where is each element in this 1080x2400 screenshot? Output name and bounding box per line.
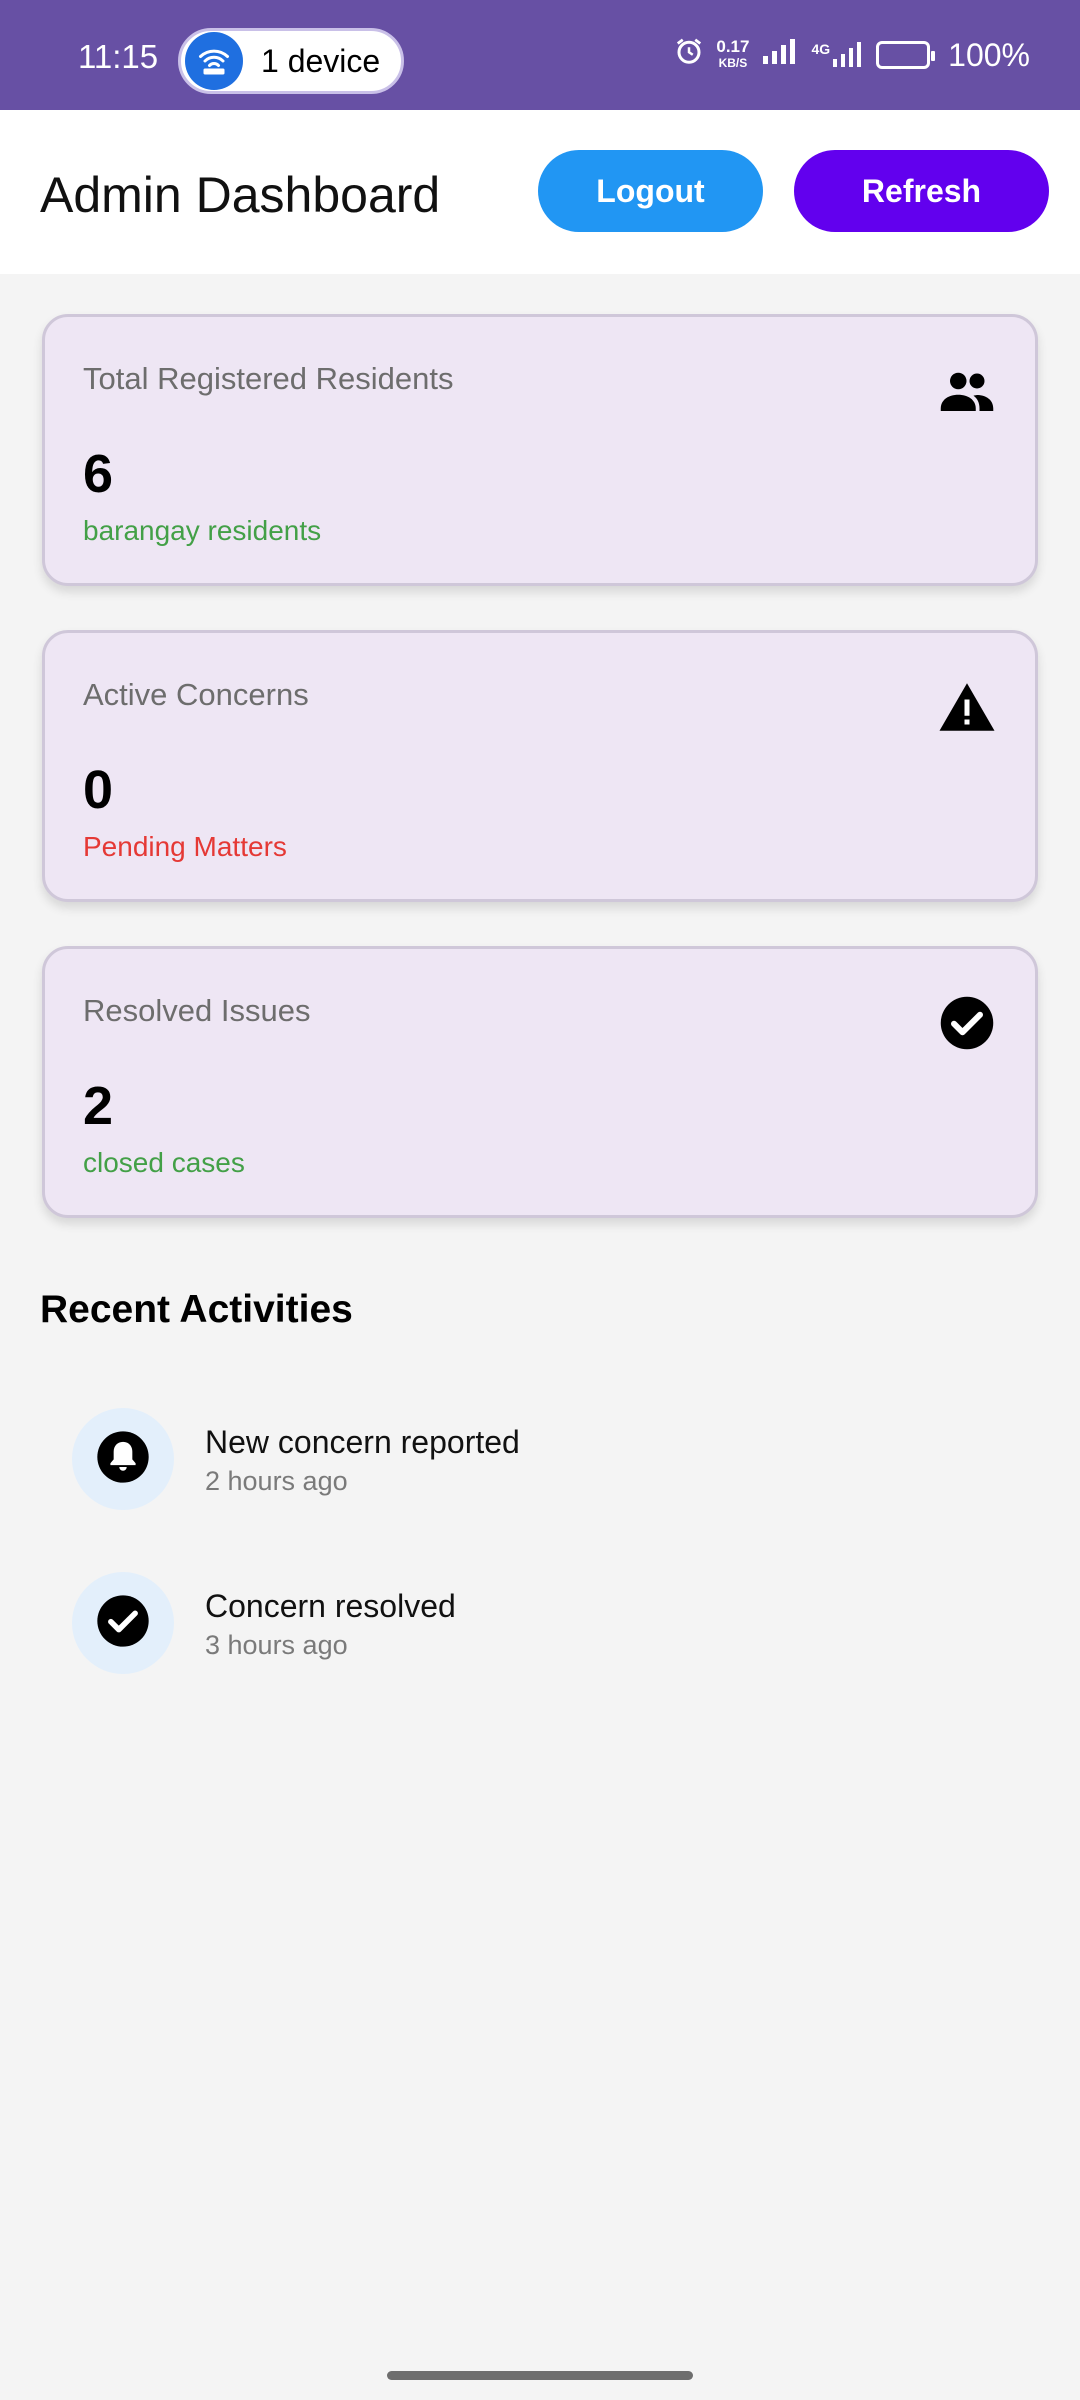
- card-value: 6: [83, 444, 114, 504]
- net-speed: 0.17 KB/S: [716, 37, 750, 71]
- battery-level: 100%: [948, 36, 1030, 73]
- people-icon: [937, 361, 997, 421]
- activity-title: Concern resolved: [205, 1588, 456, 1624]
- activity-time: 2 hours ago: [205, 1466, 348, 1496]
- activity-icon-badge: [72, 1572, 174, 1674]
- hotspot-icon: [185, 32, 243, 90]
- residents-card: Total Registered Residents 6 barangay re…: [42, 314, 1038, 586]
- check-circle-icon: [937, 993, 997, 1053]
- card-title: Active Concerns: [83, 677, 309, 712]
- resolved-card: Resolved Issues 2 closed cases: [42, 946, 1038, 1218]
- refresh-button[interactable]: Refresh: [794, 150, 1049, 232]
- concerns-card: Active Concerns 0 Pending Matters: [42, 630, 1038, 902]
- card-subtitle: barangay residents: [83, 515, 322, 546]
- home-indicator[interactable]: [387, 2371, 693, 2380]
- status-time: 11:15: [78, 38, 159, 75]
- page-title: Admin Dashboard: [40, 167, 441, 223]
- net-speed-value: 0.17: [716, 37, 750, 56]
- net-speed-unit: KB/S: [718, 56, 748, 70]
- activity-title: New concern reported: [205, 1424, 520, 1460]
- network-type: 4G: [811, 41, 831, 57]
- hotspot-label: 1 device: [261, 42, 381, 79]
- card-title: Total Registered Residents: [83, 361, 454, 396]
- battery-icon: [876, 41, 936, 69]
- activity-icon-badge: [72, 1408, 174, 1510]
- card-value: 2: [83, 1076, 114, 1136]
- card-subtitle: closed cases: [83, 1147, 245, 1178]
- logout-button[interactable]: Logout: [538, 150, 763, 232]
- card-value: 0: [83, 760, 114, 820]
- activity-item[interactable]: New concern reported 2 hours ago: [72, 1408, 972, 1518]
- bell-icon: [95, 1429, 151, 1490]
- alarm-icon: [674, 36, 704, 74]
- check-circle-icon: [95, 1593, 151, 1654]
- card-subtitle: Pending Matters: [83, 831, 287, 862]
- signal-icon: [761, 37, 799, 74]
- recent-activities-title: Recent Activities: [40, 1288, 353, 1331]
- activity-time: 3 hours ago: [205, 1630, 348, 1660]
- signal-4g-icon: 4G: [811, 41, 864, 69]
- status-icons: 0.17 KB/S 4G 100%: [674, 30, 1030, 80]
- warning-icon: [937, 677, 997, 737]
- hotspot-pill[interactable]: 1 device: [178, 28, 404, 94]
- app-bar: Admin Dashboard Logout Refresh: [0, 110, 1080, 274]
- status-bar: 11:15 1 device 0.17 KB/S 4G 100%: [0, 0, 1080, 110]
- activity-item[interactable]: Concern resolved 3 hours ago: [72, 1572, 972, 1682]
- card-title: Resolved Issues: [83, 993, 311, 1028]
